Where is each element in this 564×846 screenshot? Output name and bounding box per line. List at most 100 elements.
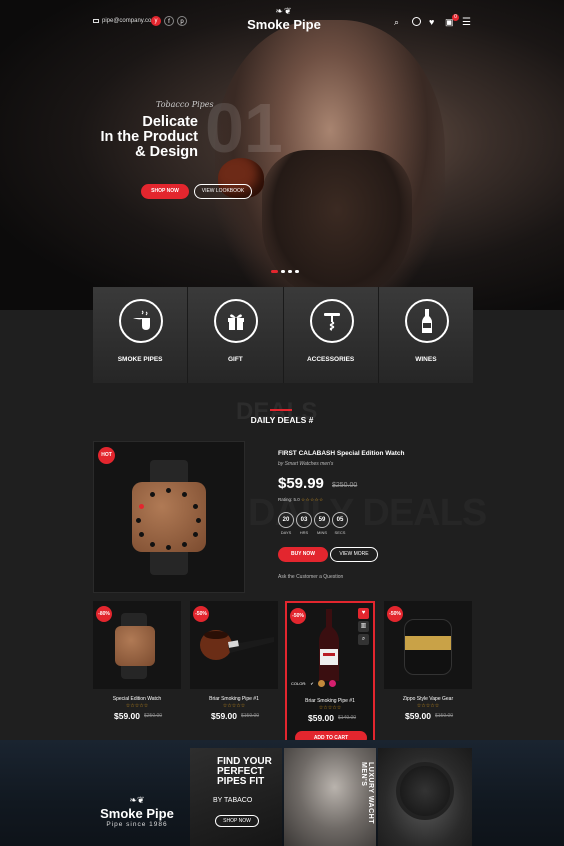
ask-question-link[interactable]: Ask the Customer a Question (278, 574, 343, 580)
promo-watch-image[interactable] (378, 748, 472, 846)
discount-badge: -50% (387, 606, 403, 622)
vape-gold-band (405, 636, 451, 650)
hero-title-line: In the Product (100, 129, 198, 145)
site-logo[interactable]: ❧❦ Smoke Pipe (244, 6, 324, 32)
countdown-label: MINS (317, 530, 327, 535)
countdown-hours: 03 (296, 512, 312, 528)
hot-badge: HOT (98, 447, 115, 464)
product-name[interactable]: Briar Smoking Pipe #1 (190, 696, 278, 702)
product-card[interactable]: -50% Briar Smoking Pipe #1 ☆☆☆☆☆ $59.00 … (190, 601, 278, 751)
slider-dot[interactable] (295, 270, 299, 273)
account-icon[interactable] (412, 17, 421, 26)
pipe-illustration (200, 630, 274, 660)
watch-face (115, 626, 155, 666)
hero-script-text: Tobacco Pipes (156, 100, 214, 109)
hero-title: Delicate In the Product & Design (80, 115, 198, 160)
deals-accent-bar (270, 409, 292, 411)
category-wines[interactable]: WINES (378, 287, 473, 383)
youtube-icon[interactable]: y (151, 16, 161, 26)
rating-stars: ☆☆☆☆☆ (416, 703, 440, 709)
menu-icon[interactable]: ☰ (462, 17, 471, 28)
category-gift[interactable]: GIFT (188, 287, 284, 383)
product-price: $59.00 (114, 711, 140, 721)
category-label: GIFT (227, 356, 243, 363)
promo-vertical-text: LUXURY WACHT MEN'S (360, 762, 374, 824)
pipe-icon (119, 299, 163, 343)
category-label: WINES (415, 356, 437, 363)
deal-product-brand: by Smart Watches men's (278, 461, 334, 467)
pipe-logo-icon: ❧❦ (129, 795, 145, 805)
pinterest-icon[interactable]: p (177, 16, 187, 26)
countdown-mins: 59 (314, 512, 330, 528)
bottom-banner-strip (0, 740, 564, 846)
product-old-price: $159.00 (435, 713, 454, 719)
footer-logo[interactable]: ❧❦ Smoke Pipe Pipe since 1986 (98, 795, 176, 828)
category-accessories[interactable]: ACCESSORIES (283, 287, 379, 383)
product-card[interactable]: -80% Special Edition Watch ☆☆☆☆☆ $59.00 … (93, 601, 181, 751)
category-grid: SMOKE PIPES GIFT ACCESSORIES WINES (93, 287, 473, 383)
watch-hole (196, 518, 201, 523)
corkscrew-icon (309, 299, 354, 343)
rating-label: Rating: 5.0 (278, 497, 300, 502)
color-swatch-pink[interactable] (328, 680, 336, 687)
category-label: SMOKE PIPES (117, 356, 163, 363)
slide-number: 01 (205, 89, 283, 167)
product-image[interactable]: -50% (190, 601, 278, 689)
product-card-active[interactable]: -50% ♥ ▥ ⌕ COLOR: ✔ Briar Smoking Pipe #… (285, 601, 375, 751)
quickview-search-icon[interactable]: ⌕ (358, 634, 369, 645)
logo-name: Smoke Pipe (100, 806, 174, 821)
product-name[interactable]: Special Edition Watch (93, 696, 181, 702)
pipe-logo-icon: ❧❦ (275, 6, 293, 16)
slider-dot[interactable] (281, 270, 285, 273)
product-name[interactable]: Zippo Style Vape Gear (384, 696, 472, 702)
top-bar: pipe@company.com y f p ❧❦ Smoke Pipe ⌕ ♥… (0, 0, 564, 44)
category-smoke-pipes[interactable]: SMOKE PIPES (93, 287, 189, 383)
product-image[interactable]: -50% (384, 601, 472, 689)
promo-title-line: PIPES FIT (217, 776, 265, 787)
compare-icon[interactable]: ▥ (358, 621, 369, 632)
rating-stars: ☆☆☆☆☆ (125, 703, 149, 709)
wishlist-heart-icon[interactable]: ♥ (429, 17, 434, 27)
watch-hole (150, 542, 155, 547)
watch-hole (166, 545, 171, 550)
discount-badge: -50% (290, 608, 306, 624)
product-name[interactable]: Briar Smoking Pipe #1 (287, 698, 373, 704)
watch-hole (150, 492, 155, 497)
logo-tagline: Pipe since 1986 (106, 821, 168, 828)
watch-hole (139, 504, 144, 509)
slider-dot[interactable] (288, 270, 292, 273)
gift-icon (214, 299, 259, 343)
watch-hole (136, 518, 141, 523)
view-lookbook-button[interactable]: VIEW LOOKBOOK (194, 184, 252, 199)
deal-product-title[interactable]: FIRST CALABASH Special Edition Watch (278, 450, 405, 457)
wishlist-heart-icon[interactable]: ♥ (358, 608, 369, 619)
hero-beard-shape (262, 150, 412, 300)
countdown-days: 20 (278, 512, 294, 528)
search-icon[interactable]: ⌕ (394, 17, 399, 28)
product-card[interactable]: -50% Zippo Style Vape Gear ☆☆☆☆☆ $59.00 … (384, 601, 472, 751)
deal-product-image[interactable]: HOT (93, 441, 245, 593)
contact-email[interactable]: pipe@company.com (93, 18, 156, 24)
watch-hole (182, 542, 187, 547)
deal-rating: Rating: 5.0 ☆☆☆☆☆ (278, 497, 324, 503)
wine-bottle-icon (404, 299, 449, 343)
product-image[interactable]: -80% (93, 601, 181, 689)
hero-title-line: Delicate (142, 114, 198, 130)
facebook-icon[interactable]: f (164, 16, 174, 26)
buy-now-button[interactable]: BUY NOW (278, 547, 328, 562)
view-more-button[interactable]: VIEW MORE (330, 547, 378, 562)
slider-dot-active[interactable] (271, 270, 278, 273)
cart-count-badge: 0 (452, 14, 459, 21)
watch-hole (182, 492, 187, 497)
product-image[interactable]: -50% ♥ ▥ ⌕ COLOR: ✔ (287, 603, 373, 691)
color-swatch-gold[interactable] (317, 680, 325, 687)
promo-shop-now-button[interactable]: SHOP NOW (215, 815, 259, 827)
countdown-label: DAYS (280, 530, 292, 535)
logo-name: Smoke Pipe (247, 17, 321, 32)
promo-by-tabaco: BY TABACO (213, 797, 253, 804)
slider-dots (271, 270, 299, 273)
watch-hole (166, 488, 171, 493)
product-price: $59.00 (308, 713, 334, 723)
hero-title-line: & Design (135, 144, 198, 160)
shop-now-button[interactable]: SHOP NOW (141, 184, 189, 199)
